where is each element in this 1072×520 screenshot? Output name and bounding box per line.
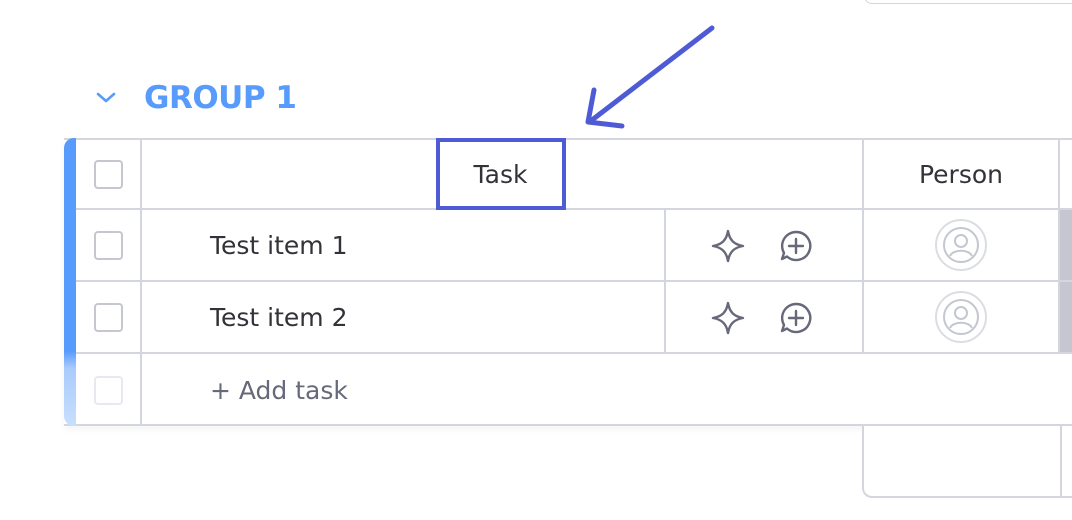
comment-plus-icon[interactable] [778, 300, 814, 336]
next-column-cell [1060, 210, 1072, 280]
add-task-input[interactable]: + Add task [142, 354, 1042, 426]
board-table: Task Person Test item 1 Test item 2 + Ad… [64, 138, 1072, 426]
row-actions [666, 282, 864, 352]
board-footer-panel [862, 426, 1072, 498]
row-actions [666, 210, 864, 280]
sparkle-icon[interactable] [710, 300, 746, 336]
add-row-select-cell [76, 354, 142, 426]
add-task-row: + Add task [76, 354, 1072, 426]
comment-plus-icon[interactable] [778, 228, 814, 264]
sparkle-icon[interactable] [710, 228, 746, 264]
select-all-cell [76, 140, 142, 208]
person-cell[interactable] [864, 210, 1060, 280]
table-row[interactable]: Test item 2 [76, 282, 1072, 354]
group-title[interactable]: GROUP 1 [144, 80, 297, 116]
task-name[interactable]: Test item 2 [142, 282, 666, 352]
next-column-cell [1060, 282, 1072, 352]
person-column-header[interactable]: Person [864, 140, 1060, 208]
person-avatar-icon[interactable] [935, 291, 987, 343]
table-row[interactable]: Test item 1 [76, 210, 1072, 282]
row-select-cell [76, 282, 142, 352]
row-checkbox[interactable] [93, 230, 123, 260]
task-header-label[interactable]: Task [435, 138, 566, 210]
person-cell[interactable] [864, 282, 1060, 352]
footer-divider [1060, 426, 1062, 496]
annotation-arrow-icon [585, 25, 715, 129]
chevron-down-icon[interactable] [92, 84, 120, 112]
row-checkbox[interactable] [93, 302, 123, 332]
select-all-checkbox[interactable] [93, 159, 123, 189]
top-panel-edge [864, 0, 1072, 4]
table-header-row: Task Person [76, 138, 1072, 210]
add-row-checkbox [93, 375, 123, 405]
group-header: GROUP 1 [92, 78, 297, 118]
row-select-cell [76, 210, 142, 280]
task-name[interactable]: Test item 1 [142, 210, 666, 280]
task-column-header[interactable]: Task [142, 138, 864, 210]
person-avatar-icon[interactable] [935, 219, 987, 271]
group-color-bar [64, 138, 76, 426]
